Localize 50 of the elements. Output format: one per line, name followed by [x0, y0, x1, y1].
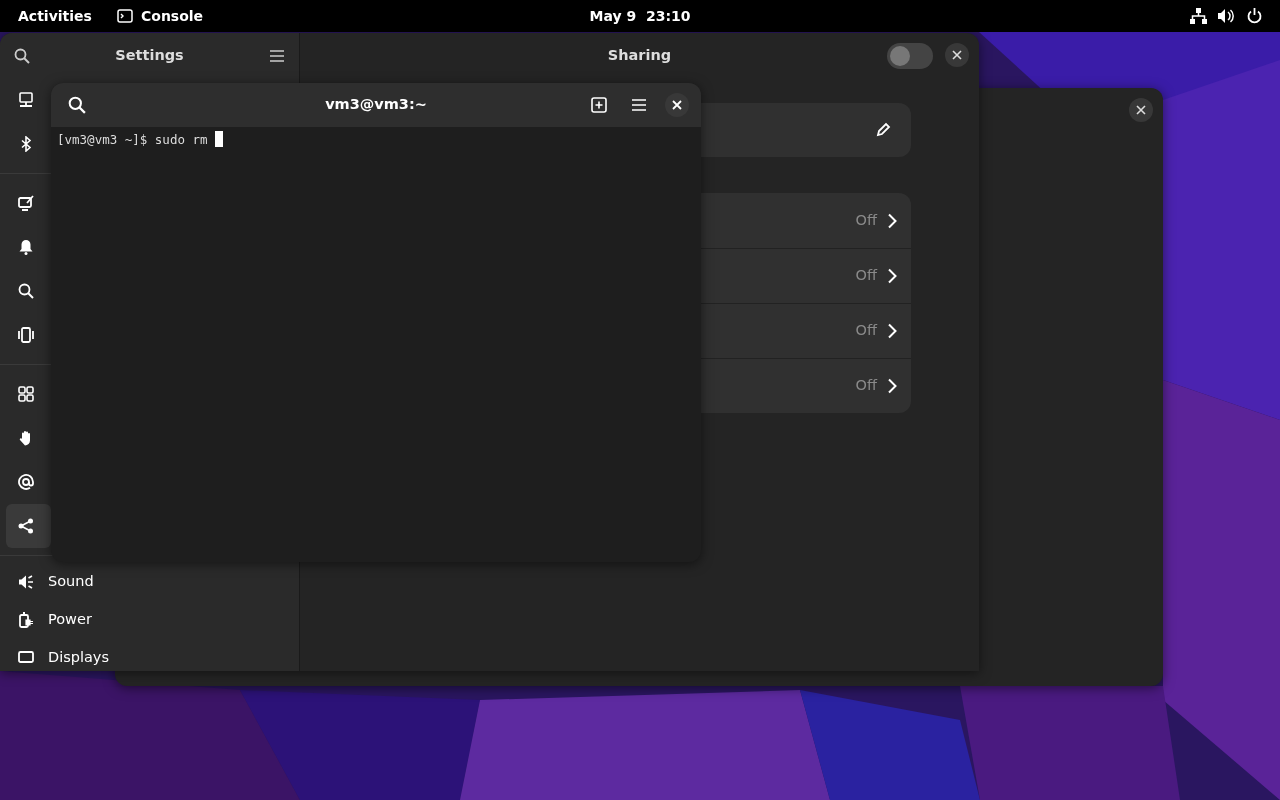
app-name: Console: [141, 6, 204, 26]
chevron-icon: [887, 323, 897, 339]
plug-icon: [18, 612, 34, 628]
chevron-icon: [887, 378, 897, 394]
status-text: Off: [855, 321, 877, 341]
sidebar-item[interactable]: Sound: [6, 563, 293, 601]
terminal-line: [vm3@vm3 ~]$ sudo rm: [57, 132, 209, 148]
terminal-icon: [117, 9, 133, 23]
app-menu[interactable]: Console: [117, 0, 204, 32]
status-text: Off: [855, 266, 877, 286]
monitor-icon: [18, 650, 34, 666]
sharing-row[interactable]: Off: [701, 193, 911, 248]
menu-icon: [631, 98, 647, 112]
network-icon: [18, 92, 34, 108]
close-button[interactable]: [665, 93, 689, 117]
sidebar-item[interactable]: Power: [6, 601, 293, 639]
display-icon: [18, 195, 34, 211]
close-icon: [1136, 105, 1146, 115]
network-icon[interactable]: [1190, 8, 1207, 24]
chevron-icon: [887, 212, 897, 229]
sharing-switch[interactable]: [887, 43, 933, 69]
volume-icon[interactable]: [1218, 8, 1234, 24]
sidebar-item[interactable]: [6, 504, 51, 548]
plus-icon: [591, 97, 607, 113]
menu-icon[interactable]: [269, 48, 285, 63]
share-icon: [18, 518, 34, 534]
status-text: Off: [855, 210, 877, 230]
close-button[interactable]: [1129, 98, 1153, 122]
clock[interactable]: May 9 23:10: [589, 5, 691, 27]
close-button[interactable]: [945, 43, 969, 67]
sidebar-item[interactable]: Displays: [6, 639, 293, 671]
pencil-icon[interactable]: [875, 122, 891, 138]
close-icon: [672, 100, 682, 110]
close-icon: [952, 50, 962, 60]
power-icon[interactable]: [1247, 8, 1262, 24]
bell-icon: [18, 239, 34, 255]
grid-icon: [18, 386, 34, 402]
status-text: Off: [855, 376, 877, 396]
panel-title: Sharing: [607, 45, 672, 65]
activities-button[interactable]: Activities: [18, 0, 92, 32]
sidebar-title: Settings: [115, 45, 184, 65]
speaker-icon: [18, 574, 34, 590]
window-title: vm3@vm3:~: [325, 95, 427, 115]
multitasking-icon: [18, 327, 34, 343]
search-icon: [68, 96, 86, 114]
search-icon: [18, 283, 34, 299]
search-icon[interactable]: [14, 47, 30, 64]
chevron-icon: [887, 268, 897, 284]
text-cursor: [215, 131, 224, 147]
at-icon: [18, 474, 34, 490]
